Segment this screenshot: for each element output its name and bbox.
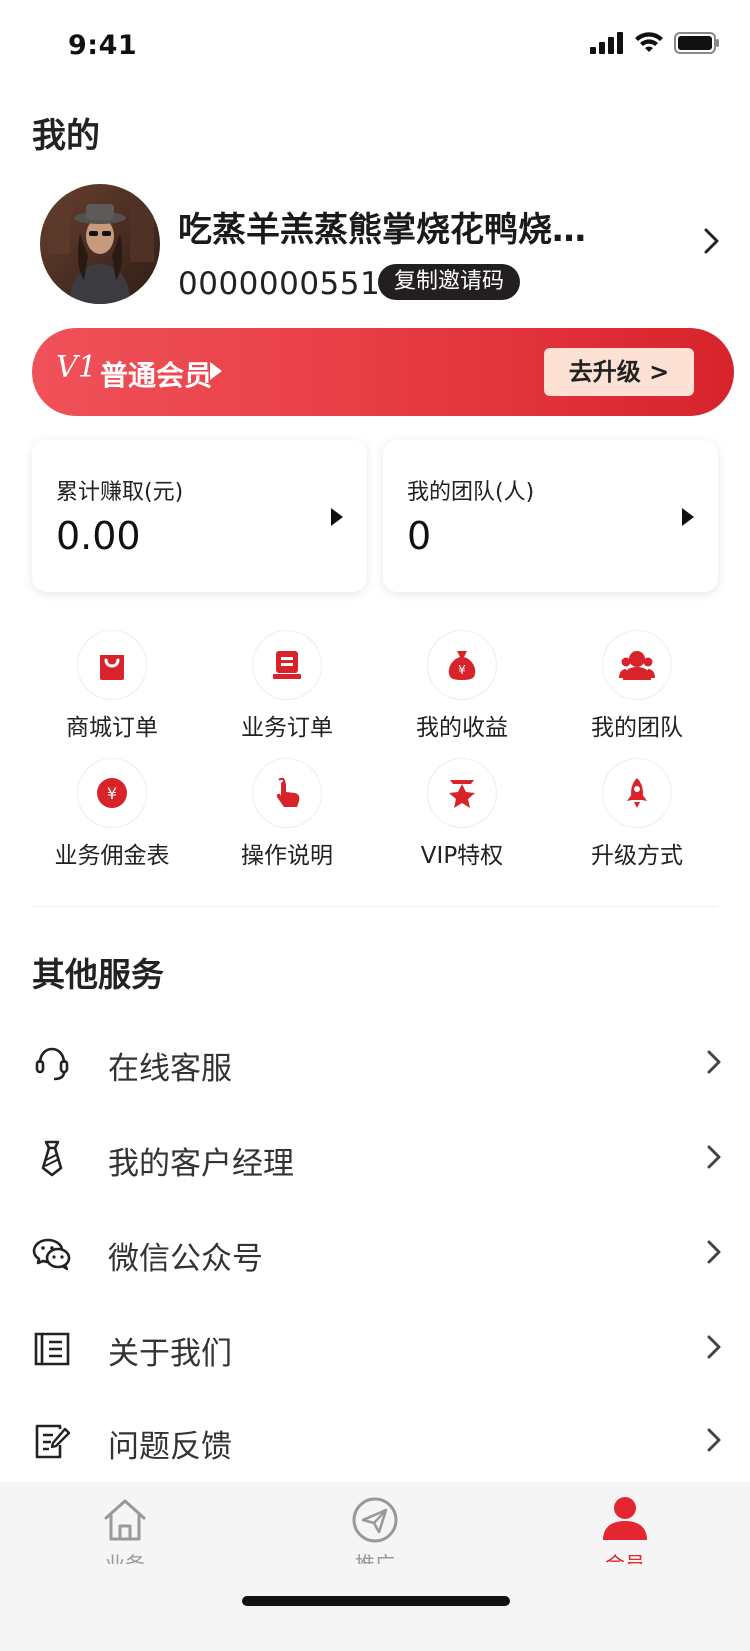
team-icon [619,651,655,680]
hand-pointer-icon [276,777,300,807]
nickname: 吃蒸羊羔蒸熊掌烧花鸭烧雏鸡 [178,210,598,250]
user-icon [603,1497,647,1540]
earnings-card[interactable]: 累计赚取(元) 0.00 [32,440,367,592]
tab-label: 会员 [605,1552,645,1564]
grid-item-commission-table[interactable]: ¥ 业务佣金表 [37,758,187,876]
menu-label: 微信公众号 [108,1241,263,1277]
tab-member[interactable]: 会员 [565,1492,685,1564]
menu-label: 在线客服 [108,1051,232,1087]
menu-item-account-manager[interactable]: 我的客户经理 [32,1118,722,1198]
copy-invite-code-button[interactable]: 复制邀请码 [378,264,521,300]
battery-icon [674,32,719,54]
home-icon [104,1499,146,1541]
signal-icon [590,32,623,54]
stat-value: 0.00 [56,514,141,558]
menu-label: 关于我们 [108,1336,232,1372]
profile-section[interactable]: 吃蒸羊羔蒸熊掌烧花鸭烧雏鸡 0000000551 复制邀请码 [40,184,720,304]
chevron-right-icon [707,1050,721,1074]
menu-item-wechat-official-account[interactable]: 微信公众号 [32,1213,722,1293]
stat-label: 我的团队(人) [407,480,535,505]
chevron-right-icon [707,1240,721,1264]
svg-text:¥: ¥ [458,663,466,677]
wechat-icon [32,1238,71,1271]
grid-label: VIP特权 [420,843,504,869]
status-bar: 9:41 [0,0,750,96]
menu-item-online-service[interactable]: 在线客服 [32,1023,722,1103]
play-arrow-icon [210,362,222,380]
tab-label: 业务 [105,1552,145,1564]
star-badge-icon [449,780,475,808]
chevron-right-icon [707,1335,721,1359]
grid-item-my-team[interactable]: 我的团队 [562,630,712,748]
tab-bar: 业务 推广 会员 [0,1482,750,1651]
menu-item-feedback[interactable]: 问题反馈 [32,1401,722,1481]
menu-item-about-us[interactable]: 关于我们 [32,1308,722,1388]
document-icon [273,651,301,679]
chevron-right-icon[interactable] [702,226,722,256]
grid-label: 我的收益 [416,715,508,741]
avatar[interactable] [40,184,160,304]
grid-item-instructions[interactable]: 操作说明 [212,758,362,876]
wifi-icon [635,32,663,52]
page-title: 我的 [32,116,100,156]
tab-business[interactable]: 业务 [65,1492,185,1564]
grid-item-my-earnings[interactable]: ¥ 我的收益 [387,630,537,748]
paper-plane-icon [352,1497,398,1543]
grid-label: 商城订单 [66,715,158,741]
headset-icon [35,1047,69,1081]
member-level: V1 [56,350,97,385]
user-id: 0000000551 [178,266,381,302]
stat-label: 累计赚取(元) [56,480,184,505]
grid-item-vip-privileges[interactable]: VIP特权 [387,758,537,876]
chevron-right-icon [707,1428,721,1452]
upgrade-button[interactable]: 去升级 > [544,348,694,396]
shopping-bag-icon [100,655,124,680]
menu-label: 我的客户经理 [108,1146,294,1182]
grid-label: 我的团队 [591,715,683,741]
stat-value: 0 [407,514,432,558]
section-title-other-services: 其他服务 [32,955,164,994]
tab-promotion[interactable]: 推广 [315,1492,435,1564]
home-indicator [242,1596,510,1606]
chevron-right-icon [707,1145,721,1169]
divider [32,906,718,907]
grid-label: 操作说明 [241,843,333,869]
grid-item-business-orders[interactable]: 业务订单 [212,630,362,748]
menu-label: 问题反馈 [108,1429,232,1465]
play-arrow-icon [682,508,694,526]
membership-banner[interactable]: V1 普通会员 去升级 > [32,328,734,416]
member-label: 普通会员 [100,359,213,392]
status-time: 9:41 [68,30,138,61]
grid-label: 业务佣金表 [54,843,170,869]
money-bag-icon: ¥ [448,651,476,680]
edit-note-icon [35,1424,71,1459]
svg-text:¥: ¥ [107,784,117,803]
avatar-image [40,184,160,304]
tie-icon [41,1140,63,1177]
grid-item-upgrade-methods[interactable]: 升级方式 [562,758,712,876]
yuan-coin-icon: ¥ [97,778,127,808]
grid-item-mall-orders[interactable]: 商城订单 [37,630,187,748]
status-icons [590,32,720,54]
rocket-icon [627,778,647,808]
team-card[interactable]: 我的团队(人) 0 [383,440,718,592]
book-icon [34,1332,70,1366]
grid-label: 升级方式 [591,843,683,869]
play-arrow-icon [331,508,343,526]
grid-label: 业务订单 [241,715,333,741]
tab-label: 推广 [355,1552,395,1564]
